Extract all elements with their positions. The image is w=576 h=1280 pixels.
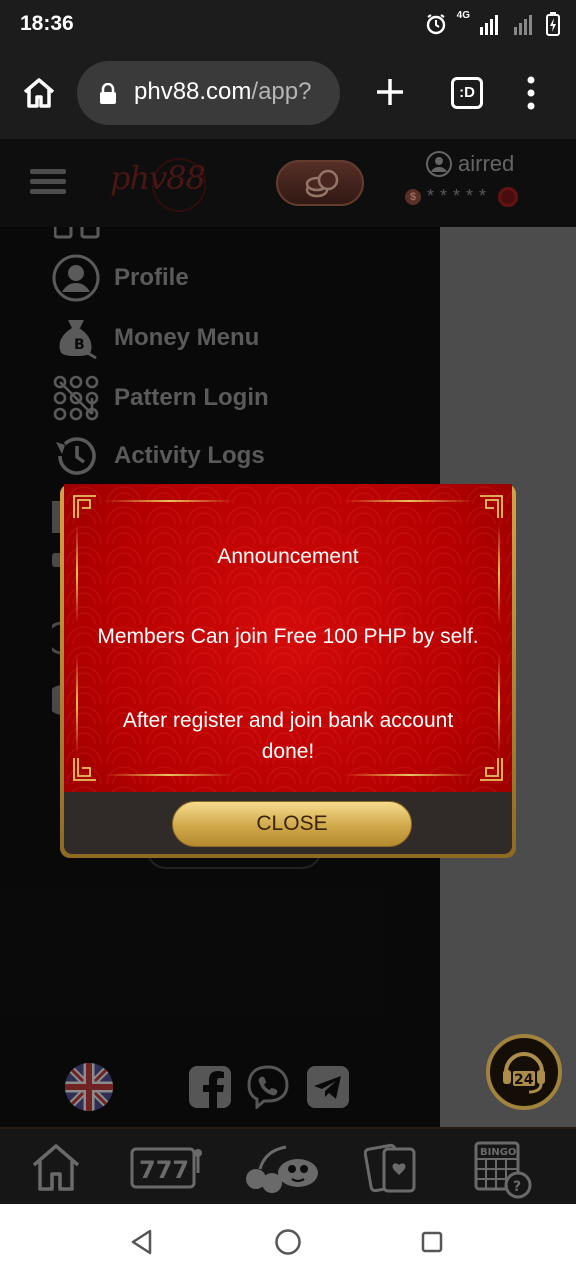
status-time: 18:36	[20, 12, 74, 35]
url-bar[interactable]: phv88.com/app?	[77, 61, 340, 125]
url-path: /app?	[251, 78, 312, 105]
home-icon[interactable]	[22, 76, 56, 110]
announcement-modal: Announcement Members Can join Free 100 P…	[60, 484, 516, 858]
announcement-title: Announcement	[217, 545, 359, 568]
signal-2-icon	[514, 15, 532, 35]
modal-body: Announcement Members Can join Free 100 P…	[64, 484, 512, 854]
gold-border-bottom-left	[104, 774, 234, 776]
recents-icon[interactable]	[421, 1231, 443, 1253]
lock-icon	[100, 83, 116, 104]
alarm-icon	[426, 14, 445, 35]
url-domain: phv88.com	[134, 78, 252, 105]
url-text: phv88.com/app?	[134, 78, 334, 106]
svg-text:BINGO: BINGO	[480, 1147, 516, 1158]
gold-border-top-right	[344, 500, 474, 502]
new-tab-icon[interactable]	[374, 76, 406, 108]
browser-toolbar: phv88.com/app? :D	[0, 48, 576, 139]
nav-bingo-icon[interactable]: BINGO?	[474, 1141, 534, 1199]
gold-border-bottom-right	[344, 774, 474, 776]
corner-ornament-icon	[480, 495, 503, 518]
back-icon[interactable]	[130, 1229, 154, 1255]
nav-slots-icon[interactable]: 777	[130, 1141, 206, 1193]
status-bar: 18:36 4G	[0, 0, 576, 48]
gold-border-left-bottom	[76, 654, 78, 754]
gold-border-left-top	[76, 524, 78, 624]
announcement-line-1: Members Can join Free 100 PHP by self.	[97, 625, 479, 648]
gold-border-right-bottom	[498, 654, 500, 754]
nav-cards-icon[interactable]	[364, 1141, 420, 1197]
close-button[interactable]: CLOSE	[172, 801, 412, 847]
status-icons: 4G	[425, 10, 560, 38]
network-type: 4G	[456, 10, 470, 21]
battery-icon	[546, 12, 560, 36]
corner-ornament-icon	[73, 495, 96, 518]
announcement-panel: Announcement Members Can join Free 100 P…	[64, 484, 512, 792]
system-navigation-bar	[0, 1204, 576, 1280]
announcement-line-2: After register and join bank account don…	[122, 709, 454, 763]
home-circle-icon[interactable]	[274, 1228, 302, 1256]
nav-home-icon[interactable]	[30, 1141, 82, 1193]
svg-text:777: 777	[139, 1156, 189, 1184]
nav-fishing-icon[interactable]	[242, 1141, 322, 1197]
gold-border-right-top	[498, 524, 500, 624]
tab-switcher-button[interactable]: :D	[451, 77, 483, 109]
signal-icon	[480, 15, 498, 35]
svg-text:?: ?	[513, 1179, 521, 1195]
bottom-navigation: 777 BINGO?	[0, 1127, 576, 1204]
gold-border-top-left	[104, 500, 234, 502]
overflow-menu-icon[interactable]	[521, 75, 541, 111]
